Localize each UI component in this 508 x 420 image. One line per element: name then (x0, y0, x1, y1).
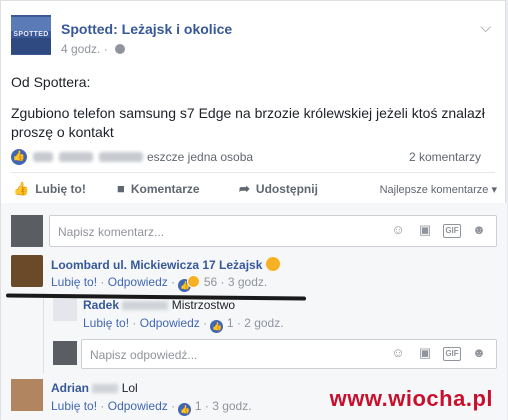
comment-1-meta: Lubię to! · Odpowiedz · 👍 56 · 3 godz. (51, 275, 268, 292)
comment-timestamp[interactable]: 3 godz. (212, 399, 251, 413)
share-icon: ➦ (239, 181, 250, 196)
like-reaction-icon: 👍 (178, 403, 192, 416)
like-reaction-icon: 👍 (11, 149, 27, 165)
reactors-text: eszcze jedna osoba (147, 150, 254, 164)
comment-button[interactable]: ■ Komentarze (117, 181, 200, 196)
comment-input[interactable]: Napisz komentarz... ☺ ▣ GIF ☻ (49, 215, 497, 247)
emoji-icon[interactable]: ☺ (389, 222, 407, 238)
reactions-summary[interactable]: 👍 eszcze jedna osoba 2 komentarzy (11, 149, 481, 165)
commenter-name[interactable]: Loombard ul. Mickiewicza 17 Leżajsk (51, 258, 262, 272)
comment-reply-link[interactable]: Odpowiedz (140, 316, 200, 330)
reply-input-tools: ☺ ▣ GIF ☻ (389, 345, 488, 361)
user-avatar[interactable] (53, 341, 77, 365)
gif-icon[interactable]: GIF (443, 347, 461, 361)
comment-like-link[interactable]: Lubię to! (83, 316, 129, 330)
commenter-name[interactable]: Radek (83, 298, 119, 312)
user-avatar[interactable] (11, 215, 43, 247)
commenter-avatar-loombard[interactable] (11, 255, 43, 287)
comment-3-meta: Lubię to! · Odpowiedz · 👍 1 · 3 godz. (51, 399, 252, 416)
reply-input[interactable]: Napisz odpowiedź... ☺ ▣ GIF ☻ (81, 339, 497, 369)
smiley-emoji-icon (266, 257, 281, 271)
commenter-avatar-radek[interactable] (53, 297, 77, 321)
post-text-line1: Od Spottera: (11, 74, 91, 90)
sticker-icon[interactable]: ☻ (470, 222, 488, 238)
like-reaction-icon: 👍 (210, 320, 224, 333)
blurred-name (59, 152, 93, 162)
gif-icon[interactable]: GIF (443, 224, 461, 238)
comment-2-meta: Lubię to! · Odpowiedz · 👍 1 · 2 godz. (83, 316, 284, 333)
commenter-avatar-adrian[interactable] (11, 379, 43, 411)
comment-sort-select[interactable]: Najlepsze komentarze ▾ (380, 183, 497, 196)
comment-like-link[interactable]: Lubię to! (51, 399, 97, 413)
reply-thread-line (43, 293, 44, 373)
globe-icon (115, 44, 126, 54)
post-card: SPOTTED Spotted: Leżajsk i okolice 4 god… (0, 0, 507, 420)
comment-2: Radek Mistrzostwo (83, 298, 235, 312)
comment-icon: ■ (117, 181, 125, 196)
blurred-surname (122, 301, 169, 310)
comment-reaction-count[interactable]: 1 (195, 399, 202, 413)
post-timestamp[interactable]: 4 godz. · (61, 42, 126, 56)
share-button[interactable]: ➦ Udostępnij (239, 181, 318, 197)
avatar-logo-text: SPOTTED (13, 30, 49, 38)
chevron-down-icon[interactable]: ⌵ (480, 19, 491, 36)
comments-count-link[interactable]: 2 komentarzy (409, 150, 481, 164)
comment-reply-link[interactable]: Odpowiedz (108, 275, 168, 289)
watermark: www.wiocha.pl (329, 386, 493, 411)
blurred-surname (92, 384, 119, 393)
thumbs-up-icon: 👍 (13, 181, 30, 196)
commenter-name[interactable]: Adrian (51, 381, 89, 395)
divider (11, 172, 495, 173)
comment-timestamp[interactable]: 3 godz. (228, 275, 267, 289)
sticker-icon[interactable]: ☻ (470, 345, 488, 361)
haha-reaction-icon (187, 275, 201, 288)
comment-3: Adrian Lol (51, 381, 138, 395)
reply-input-placeholder: Napisz odpowiedź... (90, 348, 198, 362)
comment-1: Loombard ul. Mickiewicza 17 Leżajsk (51, 257, 281, 272)
comment-timestamp[interactable]: 2 godz. (244, 316, 283, 330)
page-name-link[interactable]: Spotted: Leżajsk i okolice (61, 21, 232, 37)
comment-reply-link[interactable]: Odpowiedz (108, 399, 168, 413)
comment-input-tools: ☺ ▣ GIF ☻ (389, 222, 488, 238)
post-text-line2: Zgubiono telefon samsung s7 Edge na brzo… (11, 105, 485, 140)
post-body: Od Spottera: Zgubiono telefon samsung s7… (11, 73, 496, 154)
comment-text: Lol (121, 381, 138, 395)
blurred-name (99, 152, 143, 162)
camera-icon[interactable]: ▣ (416, 345, 434, 361)
page-avatar[interactable]: SPOTTED (11, 15, 51, 55)
comment-reaction-count[interactable]: 1 (227, 316, 234, 330)
like-button[interactable]: 👍 Lubię to! (13, 181, 86, 197)
comment-input-placeholder: Napisz komentarz... (58, 225, 165, 239)
emoji-icon[interactable]: ☺ (389, 345, 407, 361)
comment-reaction-count[interactable]: 56 (204, 275, 217, 289)
comment-like-link[interactable]: Lubię to! (51, 275, 97, 289)
blurred-name (33, 152, 53, 162)
camera-icon[interactable]: ▣ (416, 222, 434, 238)
comment-text: Mistrzostwo (171, 298, 236, 312)
